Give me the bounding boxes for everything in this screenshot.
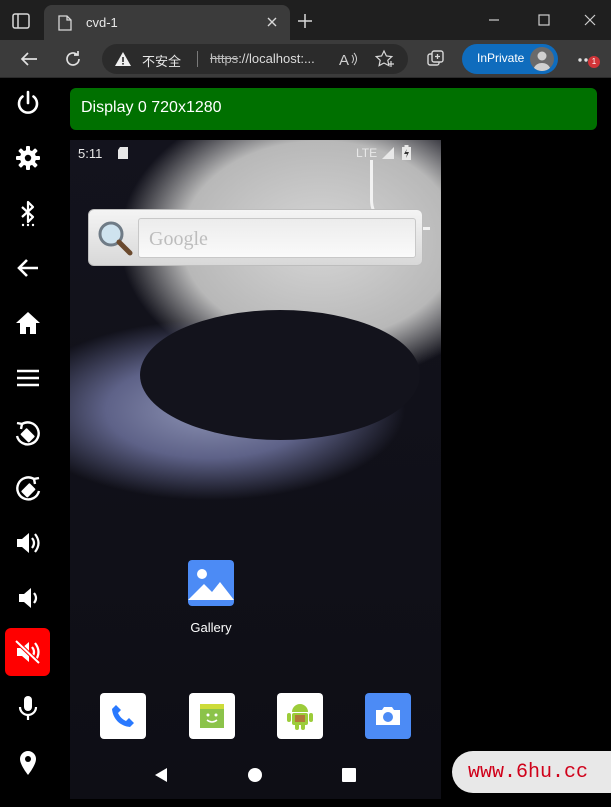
url-text[interactable]: https://localhost:... [210,51,315,66]
notification-badge: 1 [588,56,600,68]
menu-button[interactable] [6,356,50,400]
back-triangle-icon[interactable] [152,766,170,784]
battery-icon [402,145,411,160]
phone-icon [112,705,134,727]
volume-down-button[interactable] [6,576,50,620]
android-icon [287,704,313,730]
gallery-icon [188,560,234,606]
messaging-app[interactable] [189,693,235,739]
rotate-left-button[interactable] [6,411,50,455]
location-button[interactable] [6,741,50,785]
home-circle-icon[interactable] [246,766,264,784]
back-arrow-icon[interactable] [18,48,40,70]
messaging-icon [200,704,224,728]
status-network: LTE [356,146,378,160]
recents-square-icon[interactable] [340,766,358,784]
power-icon [17,90,39,114]
app-dock [70,693,441,741]
bluetooth-button[interactable] [6,191,50,235]
android-nav-bar [70,760,441,788]
tab-title: cvd-1 [86,15,118,30]
search-input[interactable]: Google [138,218,416,258]
device-display[interactable]: 5:11 LTE Google Gallery [70,140,441,799]
device-control-panel [0,78,56,807]
minimize-icon[interactable] [484,10,504,30]
inprivate-label: InPrivate [477,51,525,65]
address-bar[interactable]: 不安全 https://localhost:... A [102,44,408,74]
watermark: www.6hu.cc [452,751,611,793]
add-favorite-icon[interactable] [374,49,396,69]
wallpaper-shadow [140,310,420,440]
status-time: 5:11 [78,146,103,161]
rotate-right-button[interactable] [6,466,50,510]
back-button[interactable] [6,246,50,290]
android-app[interactable] [277,693,323,739]
url-scheme: https [210,51,239,66]
browser-tab[interactable]: cvd-1 [44,5,290,40]
phone-app[interactable] [100,693,146,739]
warning-icon[interactable] [114,50,132,68]
android-status-bar: 5:11 LTE [70,140,441,164]
bluetooth-icon [21,200,35,227]
browser-toolbar: 不安全 https://localhost:... A InPrivate [0,40,611,78]
volume-mute-button[interactable] [5,628,50,676]
google-search-widget[interactable]: Google [88,209,423,266]
camera-app[interactable] [365,693,411,739]
home-button[interactable] [6,301,50,345]
volume-mute-icon [14,639,40,665]
window-close-icon[interactable] [580,10,600,30]
address-divider [197,51,198,67]
url-host: ://localhost:... [238,51,315,66]
menu-icon [17,369,39,387]
search-placeholder: Google [149,228,208,250]
tab-actions-icon[interactable] [10,10,32,32]
not-secure-label[interactable]: 不安全 [142,51,181,70]
search-icon[interactable] [95,218,135,258]
volume-down-icon [19,588,38,608]
microphone-icon [18,696,38,720]
gallery-app[interactable]: Gallery [172,560,250,635]
volume-up-icon [17,533,40,553]
inprivate-button[interactable]: InPrivate [462,44,558,74]
document-icon [58,15,72,31]
close-icon[interactable] [264,14,280,30]
location-icon [20,751,36,775]
volume-up-button[interactable] [6,521,50,565]
app-label: Gallery [190,620,232,635]
sd-card-icon [118,147,128,159]
power-button[interactable] [6,81,50,125]
avatar [530,47,554,71]
home-icon [16,312,40,334]
svg-text:A: A [339,52,349,68]
signal-icon [382,147,394,159]
arrow-left-icon [17,259,38,277]
rotate-right-icon [16,476,41,501]
new-tab-icon[interactable] [296,12,314,30]
camera-icon [376,707,400,725]
refresh-icon[interactable] [62,48,84,70]
rotate-left-icon [15,421,40,446]
settings-button[interactable] [6,136,50,180]
display-title: Display 0 720x1280 [81,99,222,116]
watermark-text: www.6hu.cc [468,761,589,784]
read-aloud-icon[interactable]: A [338,50,358,68]
gear-icon [16,146,40,170]
tab-strip: cvd-1 [0,0,611,40]
collections-icon[interactable] [425,48,447,70]
microphone-button[interactable] [6,686,50,730]
user-icon [533,51,551,71]
maximize-icon[interactable] [534,10,554,30]
screen: cvd-1 不安全 https://localhost:... A InPriv… [0,0,611,807]
display-header: Display 0 720x1280 [70,88,597,130]
